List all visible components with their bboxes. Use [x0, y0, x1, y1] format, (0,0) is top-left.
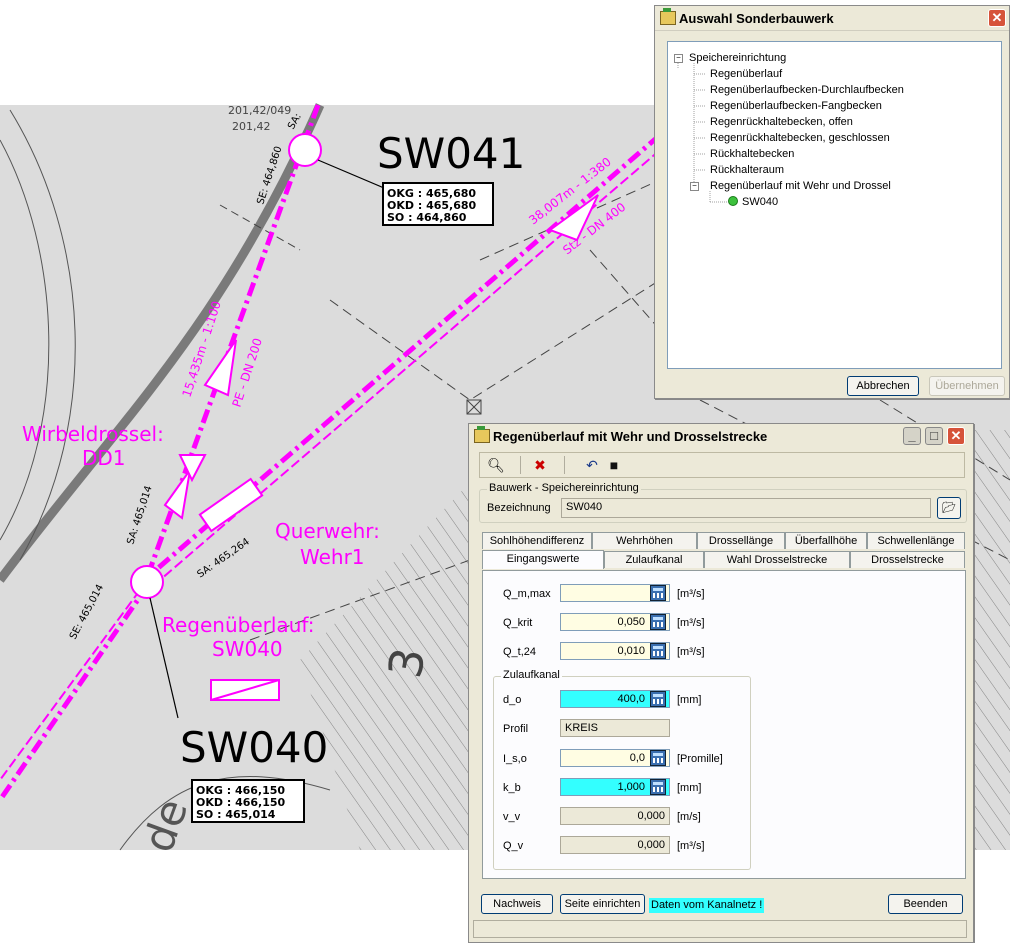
tab-wahl-drosselstrecke[interactable]: Wahl Drosselstrecke [704, 551, 850, 568]
folder-open-icon[interactable]: 📂︎ [937, 497, 961, 519]
tab-panel: Q_m,max [m³/s] Q_krit 0,050 [m³/s] Q_t,2… [482, 570, 966, 879]
tab-eingangswerte[interactable]: Eingangswerte [482, 550, 604, 569]
undo-icon[interactable]: ↶ [582, 456, 602, 474]
do-label: d_o [503, 694, 522, 706]
tree-window-titlebar[interactable]: Auswahl Sonderbauwerk ✕ [655, 6, 1009, 31]
kb-label: k_b [503, 782, 521, 794]
toolbar: 🔍︎ ✖ ↶ ■ [479, 452, 965, 478]
profil-field[interactable]: KREIS [560, 719, 670, 737]
calculator-icon[interactable] [650, 643, 666, 659]
toolbar-separator [564, 456, 565, 474]
qkrit-unit: [m³/s] [677, 617, 705, 629]
bezeichnung-label: Bezeichnung [487, 502, 551, 514]
tree-item-rrb-geschlossen[interactable]: Regenrückhaltebecken, geschlossen [710, 132, 890, 144]
save-icon[interactable]: ■ [604, 456, 624, 474]
qt-label: Q_t,24 [503, 646, 537, 658]
tree-item-regenueberlauf[interactable]: Regenüberlauf [710, 68, 782, 80]
regenueberlauf-label: Regenüberlauf: [162, 613, 314, 637]
calculator-icon[interactable] [650, 585, 666, 601]
parcel-number-2: 201,42 [232, 120, 271, 133]
tree-item-durchlaufbecken[interactable]: Regenüberlaufbecken-Durchlaufbecken [710, 84, 904, 96]
maximize-icon[interactable]: □ [925, 427, 943, 445]
profil-label: Profil [503, 723, 529, 735]
tree-window: Auswahl Sonderbauwerk ✕ − Speichereinric… [654, 5, 1010, 399]
calculator-icon[interactable] [650, 614, 666, 630]
tree-item-sw040[interactable]: SW040 [728, 196, 778, 208]
sw040-label: SW040 [180, 723, 328, 772]
sw041-label: SW041 [377, 129, 525, 178]
qm-label: Q_m,max [503, 588, 551, 600]
do-unit: [mm] [677, 694, 702, 706]
tree-item-rueckhaltebecken[interactable]: Rückhaltebecken [710, 148, 794, 160]
toolbar-separator [520, 456, 521, 474]
bezeichnung-field[interactable]: SW040 [561, 498, 931, 518]
delete-icon[interactable]: ✖ [530, 456, 550, 474]
calculator-icon[interactable] [650, 779, 666, 795]
querwehr-label: Querwehr: [275, 519, 380, 543]
qv-label: Q_v [503, 840, 524, 852]
iso-unit: [Promille] [677, 753, 723, 765]
tab-zulaufkanal[interactable]: Zulaufkanal [604, 551, 704, 568]
tab-drosselstrecke[interactable]: Drosselstrecke [850, 551, 965, 568]
qm-unit: [m³/s] [677, 588, 705, 600]
tab-ueberfallhoehe[interactable]: Überfallhöhe [785, 532, 867, 549]
tree-item-wehr-drossel[interactable]: Regenüberlauf mit Wehr und Drossel [710, 180, 891, 192]
status-bar [473, 920, 967, 938]
calculator-icon[interactable] [650, 750, 666, 766]
dialog-titlebar[interactable]: Regenüberlauf mit Wehr und Drosselstreck… [469, 424, 973, 448]
tree-item-rrb-offen[interactable]: Regenrückhaltebecken, offen [710, 116, 853, 128]
tab-schwellenlaenge[interactable]: Schwellenlänge [867, 532, 965, 549]
tab-drossellaenge[interactable]: Drossellänge [697, 532, 785, 549]
vv-unit: [m/s] [677, 811, 701, 823]
zulaufkanal-group-title: Zulaufkanal [501, 669, 562, 681]
qv-field[interactable]: 0,000 [560, 836, 670, 854]
querwehr-id: Wehr1 [300, 545, 365, 569]
close-icon[interactable]: ✕ [947, 427, 965, 445]
regenueberlauf-id: SW040 [212, 637, 283, 661]
iso-label: I_s,o [503, 753, 527, 765]
apply-button[interactable]: Übernehmen [929, 376, 1005, 396]
bauwerk-group-title: Bauwerk - Speichereinrichtung [487, 482, 641, 494]
tree-item-fangbecken[interactable]: Regenüberlaufbecken-Fangbecken [710, 100, 882, 112]
seite-einrichten-button[interactable]: Seite einrichten [560, 894, 645, 914]
tree-view[interactable]: − Speichereinrichtung Regenüberlauf Rege… [667, 41, 1002, 369]
sw040-so: SO : 465,014 [196, 808, 276, 821]
calculator-icon[interactable] [650, 691, 666, 707]
status-message: Daten vom Kanalnetz ! [649, 898, 765, 913]
qkrit-label: Q_krit [503, 617, 533, 629]
parcel-number-1: 201,42/049 [228, 104, 291, 117]
folder-icon [474, 426, 490, 443]
vv-label: v_v [503, 811, 521, 823]
folder-icon [660, 8, 676, 25]
minimize-icon[interactable]: _ [903, 427, 921, 445]
tab-sohlhoehendifferenz[interactable]: Sohlhöhendifferenz [482, 532, 592, 549]
collapse-icon[interactable]: − [690, 182, 699, 191]
nachweis-button[interactable]: Nachweis [481, 894, 553, 914]
wirbeldrossel-label: Wirbeldrossel: [22, 422, 164, 446]
sw041-so: SO : 464,860 [387, 211, 467, 224]
zoom-icon[interactable]: 🔍︎ [486, 456, 506, 474]
vv-field[interactable]: 0,000 [560, 807, 670, 825]
kb-unit: [mm] [677, 782, 702, 794]
close-icon[interactable]: ✕ [988, 9, 1006, 27]
status-dot-icon [728, 196, 738, 206]
beenden-button[interactable]: Beenden [888, 894, 963, 914]
tree-window-title: Auswahl Sonderbauwerk [679, 11, 834, 26]
cancel-button[interactable]: Abbrechen [847, 376, 919, 396]
qv-unit: [m³/s] [677, 840, 705, 852]
tree-item-rueckhalteraum[interactable]: Rückhalteraum [710, 164, 784, 176]
dialog-title: Regenüberlauf mit Wehr und Drosselstreck… [493, 429, 768, 444]
wirbeldrossel-id: DD1 [82, 446, 126, 470]
dialog-window: Regenüberlauf mit Wehr und Drosselstreck… [468, 423, 974, 943]
tab-wehrhoehen[interactable]: Wehrhöhen [592, 532, 697, 549]
qt-unit: [m³/s] [677, 646, 705, 658]
